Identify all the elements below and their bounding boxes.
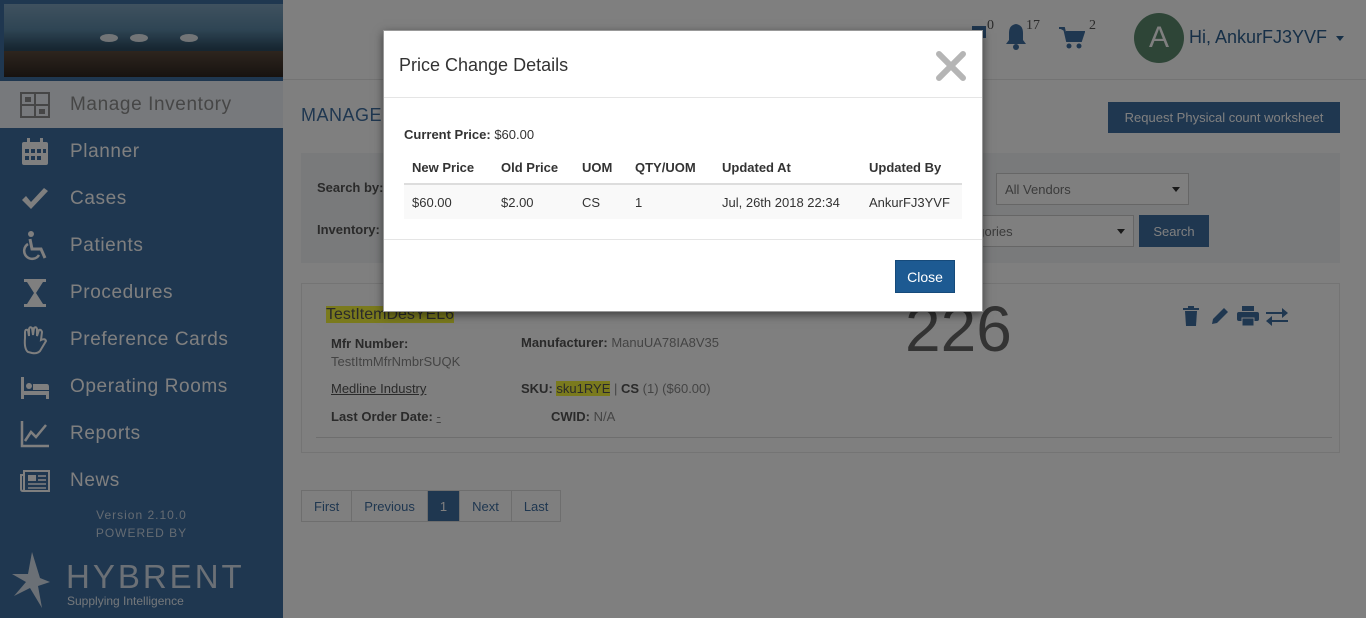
close-button[interactable]: Close — [895, 260, 955, 293]
current-price-value: $60.00 — [494, 127, 535, 142]
table-cell: AnkurFJ3YVF — [861, 184, 962, 219]
close-icon[interactable] — [936, 51, 966, 81]
table-cell: $2.00 — [493, 184, 574, 219]
modal-header: Price Change Details — [384, 31, 982, 98]
column-header: Updated At — [714, 151, 861, 185]
table-cell: Jul, 26th 2018 22:34 — [714, 184, 861, 219]
modal-title: Price Change Details — [399, 55, 569, 75]
price-history-table: New Price Old Price UOM QTY/UOM Updated … — [404, 151, 962, 219]
table-header-row: New Price Old Price UOM QTY/UOM Updated … — [404, 151, 962, 185]
modal-body: Current Price: $60.00 New Price Old Pric… — [384, 98, 982, 240]
table-cell: 1 — [627, 184, 714, 219]
current-price: Current Price: $60.00 — [404, 127, 534, 142]
current-price-label: Current Price: — [404, 127, 491, 142]
table-cell: $60.00 — [404, 184, 493, 219]
column-header: QTY/UOM — [627, 151, 714, 185]
table-row: $60.00 $2.00 CS 1 Jul, 26th 2018 22:34 A… — [404, 184, 962, 219]
column-header: New Price — [404, 151, 493, 185]
column-header: UOM — [574, 151, 627, 185]
column-header: Old Price — [493, 151, 574, 185]
price-change-modal: Price Change Details Current Price: $60.… — [383, 30, 983, 312]
table-cell: CS — [574, 184, 627, 219]
column-header: Updated By — [861, 151, 962, 185]
